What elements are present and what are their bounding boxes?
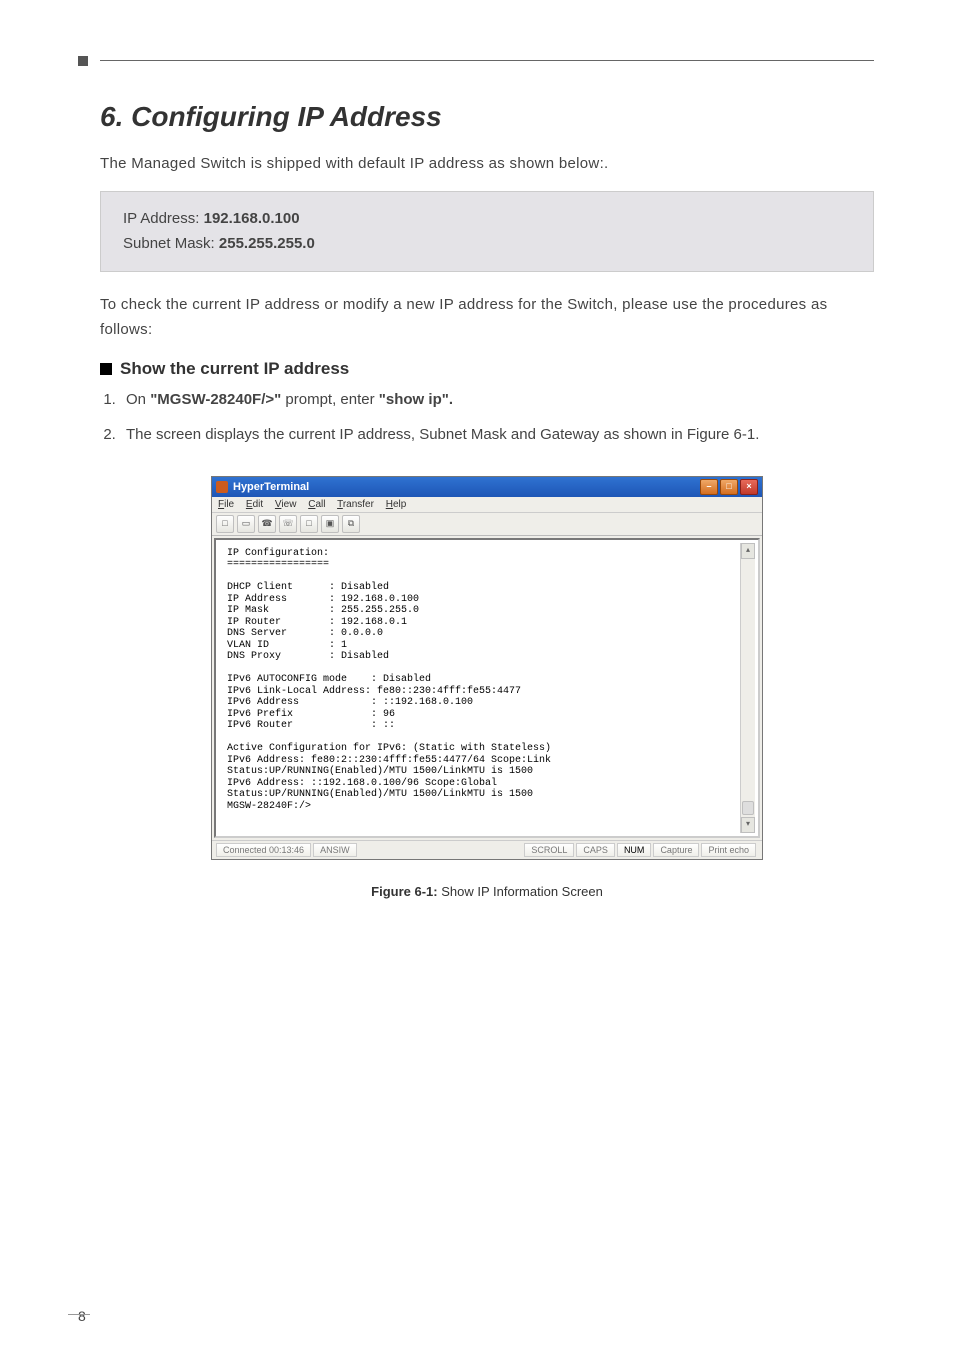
default-ip-block: IP Address: 192.168.0.100 Subnet Mask: 2…: [100, 191, 874, 272]
figure-label: Figure 6-1:: [371, 884, 437, 899]
maximize-button[interactable]: □: [720, 479, 738, 495]
menu-view[interactable]: View: [275, 499, 297, 510]
status-caps: CAPS: [576, 843, 615, 857]
sub-heading-text: Show the current IP address: [120, 359, 349, 378]
status-echo: Print echo: [701, 843, 756, 857]
prompt-text: "MGSW-28240F/>": [150, 391, 281, 408]
status-capture: Capture: [653, 843, 699, 857]
toolbar-btn-1[interactable]: □: [216, 515, 234, 533]
toolbar-btn-4[interactable]: ☏: [279, 515, 297, 533]
check-ip-paragraph: To check the current IP address or modif…: [100, 292, 874, 343]
toolbar-btn-6[interactable]: ▣: [321, 515, 339, 533]
window-title: HyperTerminal: [233, 481, 698, 493]
scroll-down-icon[interactable]: ▾: [741, 817, 755, 833]
top-rule: [100, 60, 874, 61]
step-2: The screen displays the current IP addre…: [120, 422, 874, 448]
menu-transfer[interactable]: Transfer: [337, 499, 374, 510]
toolbar-btn-7[interactable]: ⧉: [342, 515, 360, 533]
titlebar: HyperTerminal – □ ×: [212, 477, 762, 497]
toolbar: □ ▭ ☎ ☏ □ ▣ ⧉: [212, 513, 762, 536]
subnet-mask-label: Subnet Mask:: [123, 235, 219, 252]
scrollbar[interactable]: ▴ ▾: [740, 543, 755, 833]
sub-heading: Show the current IP address: [100, 359, 874, 379]
status-connected: Connected 00:13:46: [216, 843, 311, 857]
menu-file[interactable]: File: [218, 499, 234, 510]
statusbar: Connected 00:13:46 ANSIW SCROLL CAPS NUM…: [212, 840, 762, 859]
menu-call[interactable]: Call: [308, 499, 325, 510]
intro-paragraph: The Managed Switch is shipped with defau…: [100, 151, 874, 177]
page-number: 8: [78, 1308, 86, 1324]
close-button[interactable]: ×: [740, 479, 758, 495]
bullet-icon: [100, 363, 112, 375]
minimize-button[interactable]: –: [700, 479, 718, 495]
menu-help[interactable]: Help: [386, 499, 407, 510]
step-1: On "MGSW-28240F/>" prompt, enter "show i…: [120, 387, 874, 413]
status-num: NUM: [617, 843, 652, 857]
toolbar-btn-5[interactable]: □: [300, 515, 318, 533]
toolbar-btn-3[interactable]: ☎: [258, 515, 276, 533]
subnet-mask-value: 255.255.255.0: [219, 235, 315, 252]
figure-caption: Figure 6-1: Show IP Information Screen: [100, 884, 874, 899]
figure-text: Show IP Information Screen: [441, 884, 603, 899]
status-encoding: ANSIW: [313, 843, 357, 857]
terminal-output: IP Configuration: ================= DHCP…: [219, 543, 755, 833]
scroll-up-icon[interactable]: ▴: [741, 543, 755, 559]
scroll-thumb[interactable]: [742, 801, 754, 815]
app-icon: [216, 481, 228, 493]
status-scroll: SCROLL: [524, 843, 574, 857]
terminal-body: IP Configuration: ================= DHCP…: [214, 538, 760, 838]
toolbar-btn-2[interactable]: ▭: [237, 515, 255, 533]
section-title: 6. Configuring IP Address: [100, 101, 874, 133]
ip-address-value: 192.168.0.100: [204, 210, 300, 227]
hyperterminal-window: HyperTerminal – □ × File Edit View Call …: [211, 476, 763, 860]
ip-address-label: IP Address:: [123, 210, 204, 227]
menubar: File Edit View Call Transfer Help: [212, 497, 762, 513]
steps-list: On "MGSW-28240F/>" prompt, enter "show i…: [100, 387, 874, 448]
menu-edit[interactable]: Edit: [246, 499, 263, 510]
cmd-text: "show ip".: [379, 391, 453, 408]
